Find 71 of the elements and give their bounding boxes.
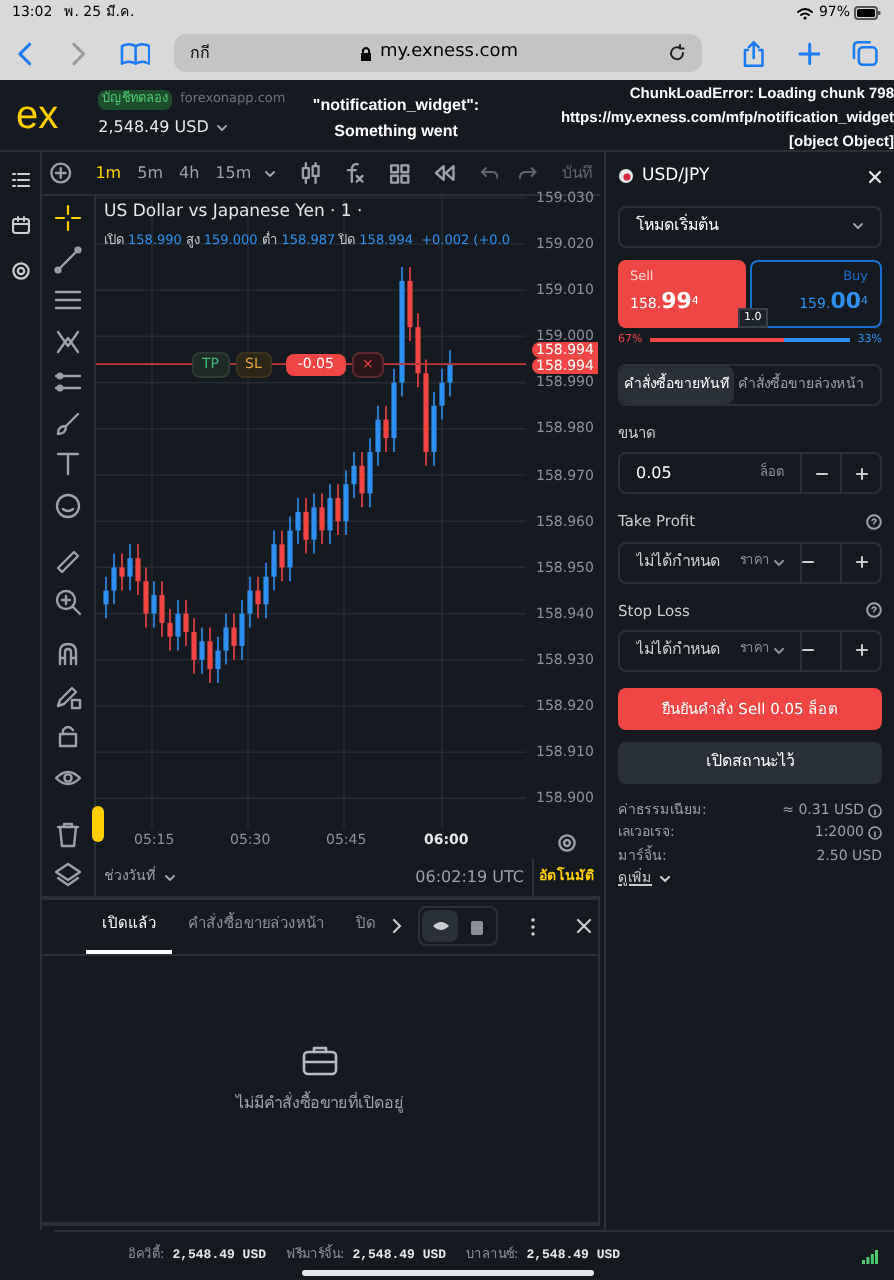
chevron-down-icon	[164, 873, 176, 881]
close-icon[interactable]	[868, 169, 882, 184]
horizontal-ray-icon[interactable]	[54, 368, 82, 396]
zoom-in-icon[interactable]	[54, 588, 82, 616]
chart-title: US Dollar vs Japanese Yen · 1 ·	[104, 200, 365, 226]
help-icon[interactable]	[866, 513, 882, 530]
book-icon[interactable]	[119, 41, 151, 65]
view-toggle-button[interactable]	[422, 910, 458, 942]
smiley-icon[interactable]	[54, 491, 82, 519]
lock-icon[interactable]	[54, 722, 82, 750]
add-circle-icon[interactable]	[50, 162, 72, 184]
parallel-lines-icon[interactable]	[54, 286, 82, 314]
flag-icon	[618, 168, 634, 185]
text-tool-icon[interactable]	[54, 450, 82, 478]
trend-line-icon[interactable]	[54, 245, 82, 273]
chevron-down-icon[interactable]	[263, 169, 276, 177]
collapse-handle[interactable]	[92, 806, 104, 842]
url-text: my.exness.com	[379, 39, 519, 66]
trash-icon[interactable]	[54, 819, 82, 847]
battery-icon	[854, 6, 882, 20]
crosshair-icon[interactable]	[54, 204, 82, 232]
signal-icon	[862, 1249, 878, 1263]
timeframe-tab[interactable]: 15m	[207, 161, 260, 185]
share-icon[interactable]	[741, 39, 766, 67]
settings-icon[interactable]	[557, 833, 575, 851]
brand-logo[interactable]: ex	[16, 95, 59, 135]
timeframe-tab[interactable]: 1m	[87, 161, 130, 185]
back-icon[interactable]	[16, 39, 36, 67]
ruler-icon[interactable]	[54, 547, 82, 575]
magnet-icon[interactable]	[54, 640, 82, 668]
eye-icon	[431, 920, 449, 932]
target-icon[interactable]	[11, 262, 29, 280]
plus-icon[interactable]	[797, 41, 821, 65]
reload-icon[interactable]	[667, 44, 686, 62]
cancel-button[interactable]: เปิดสถานะไว้	[618, 741, 882, 784]
layers-icon[interactable]	[54, 860, 82, 888]
help-icon[interactable]	[866, 602, 882, 619]
pencil-lock-icon[interactable]	[54, 681, 82, 709]
close-icon[interactable]	[576, 918, 592, 934]
timeframe-tab[interactable]: 5m	[129, 161, 171, 185]
info-icon[interactable]	[868, 803, 882, 817]
clipboard-icon	[469, 917, 483, 935]
chevron-right-icon[interactable]	[392, 918, 402, 934]
mode-dropdown[interactable]: โหมดเริ่มต้น	[618, 205, 882, 248]
brush-icon[interactable]	[54, 409, 82, 437]
empty-state-text: ไม่มีคำสั่งซื้อขายที่เปิดอยู่	[236, 1092, 404, 1116]
chart-clock: 06:02:19 UTC	[415, 865, 524, 889]
function-icon[interactable]	[344, 162, 367, 184]
address-bar[interactable]: กกี my.exness.com	[174, 34, 702, 72]
balance-dropdown[interactable]: 2,548.49 USD	[98, 115, 286, 140]
candles-icon[interactable]	[299, 162, 321, 184]
redo-icon[interactable]	[518, 165, 539, 181]
caret-icon	[216, 123, 229, 132]
grid-icon[interactable]	[390, 163, 410, 183]
rewind-icon[interactable]	[433, 164, 456, 182]
calendar-icon[interactable]	[11, 216, 29, 234]
timeframe-tab[interactable]: 4h	[171, 161, 208, 185]
undo-icon[interactable]	[479, 165, 499, 181]
wifi-icon	[796, 6, 815, 20]
tabs-icon[interactable]	[852, 40, 878, 66]
tab-text: กกี	[190, 41, 211, 65]
widget-error-text: "notification_widget": Something went	[310, 94, 482, 144]
info-icon[interactable]	[868, 826, 882, 840]
list-icon[interactable]	[11, 172, 29, 188]
symbol-name: USD/JPY	[642, 164, 710, 190]
chevron-down-icon	[852, 222, 864, 231]
more-vertical-icon[interactable]	[530, 917, 536, 935]
pattern-icon[interactable]	[54, 327, 82, 355]
briefcase-icon	[302, 1044, 338, 1076]
caret-icon	[660, 876, 670, 882]
lock-icon	[359, 45, 372, 61]
